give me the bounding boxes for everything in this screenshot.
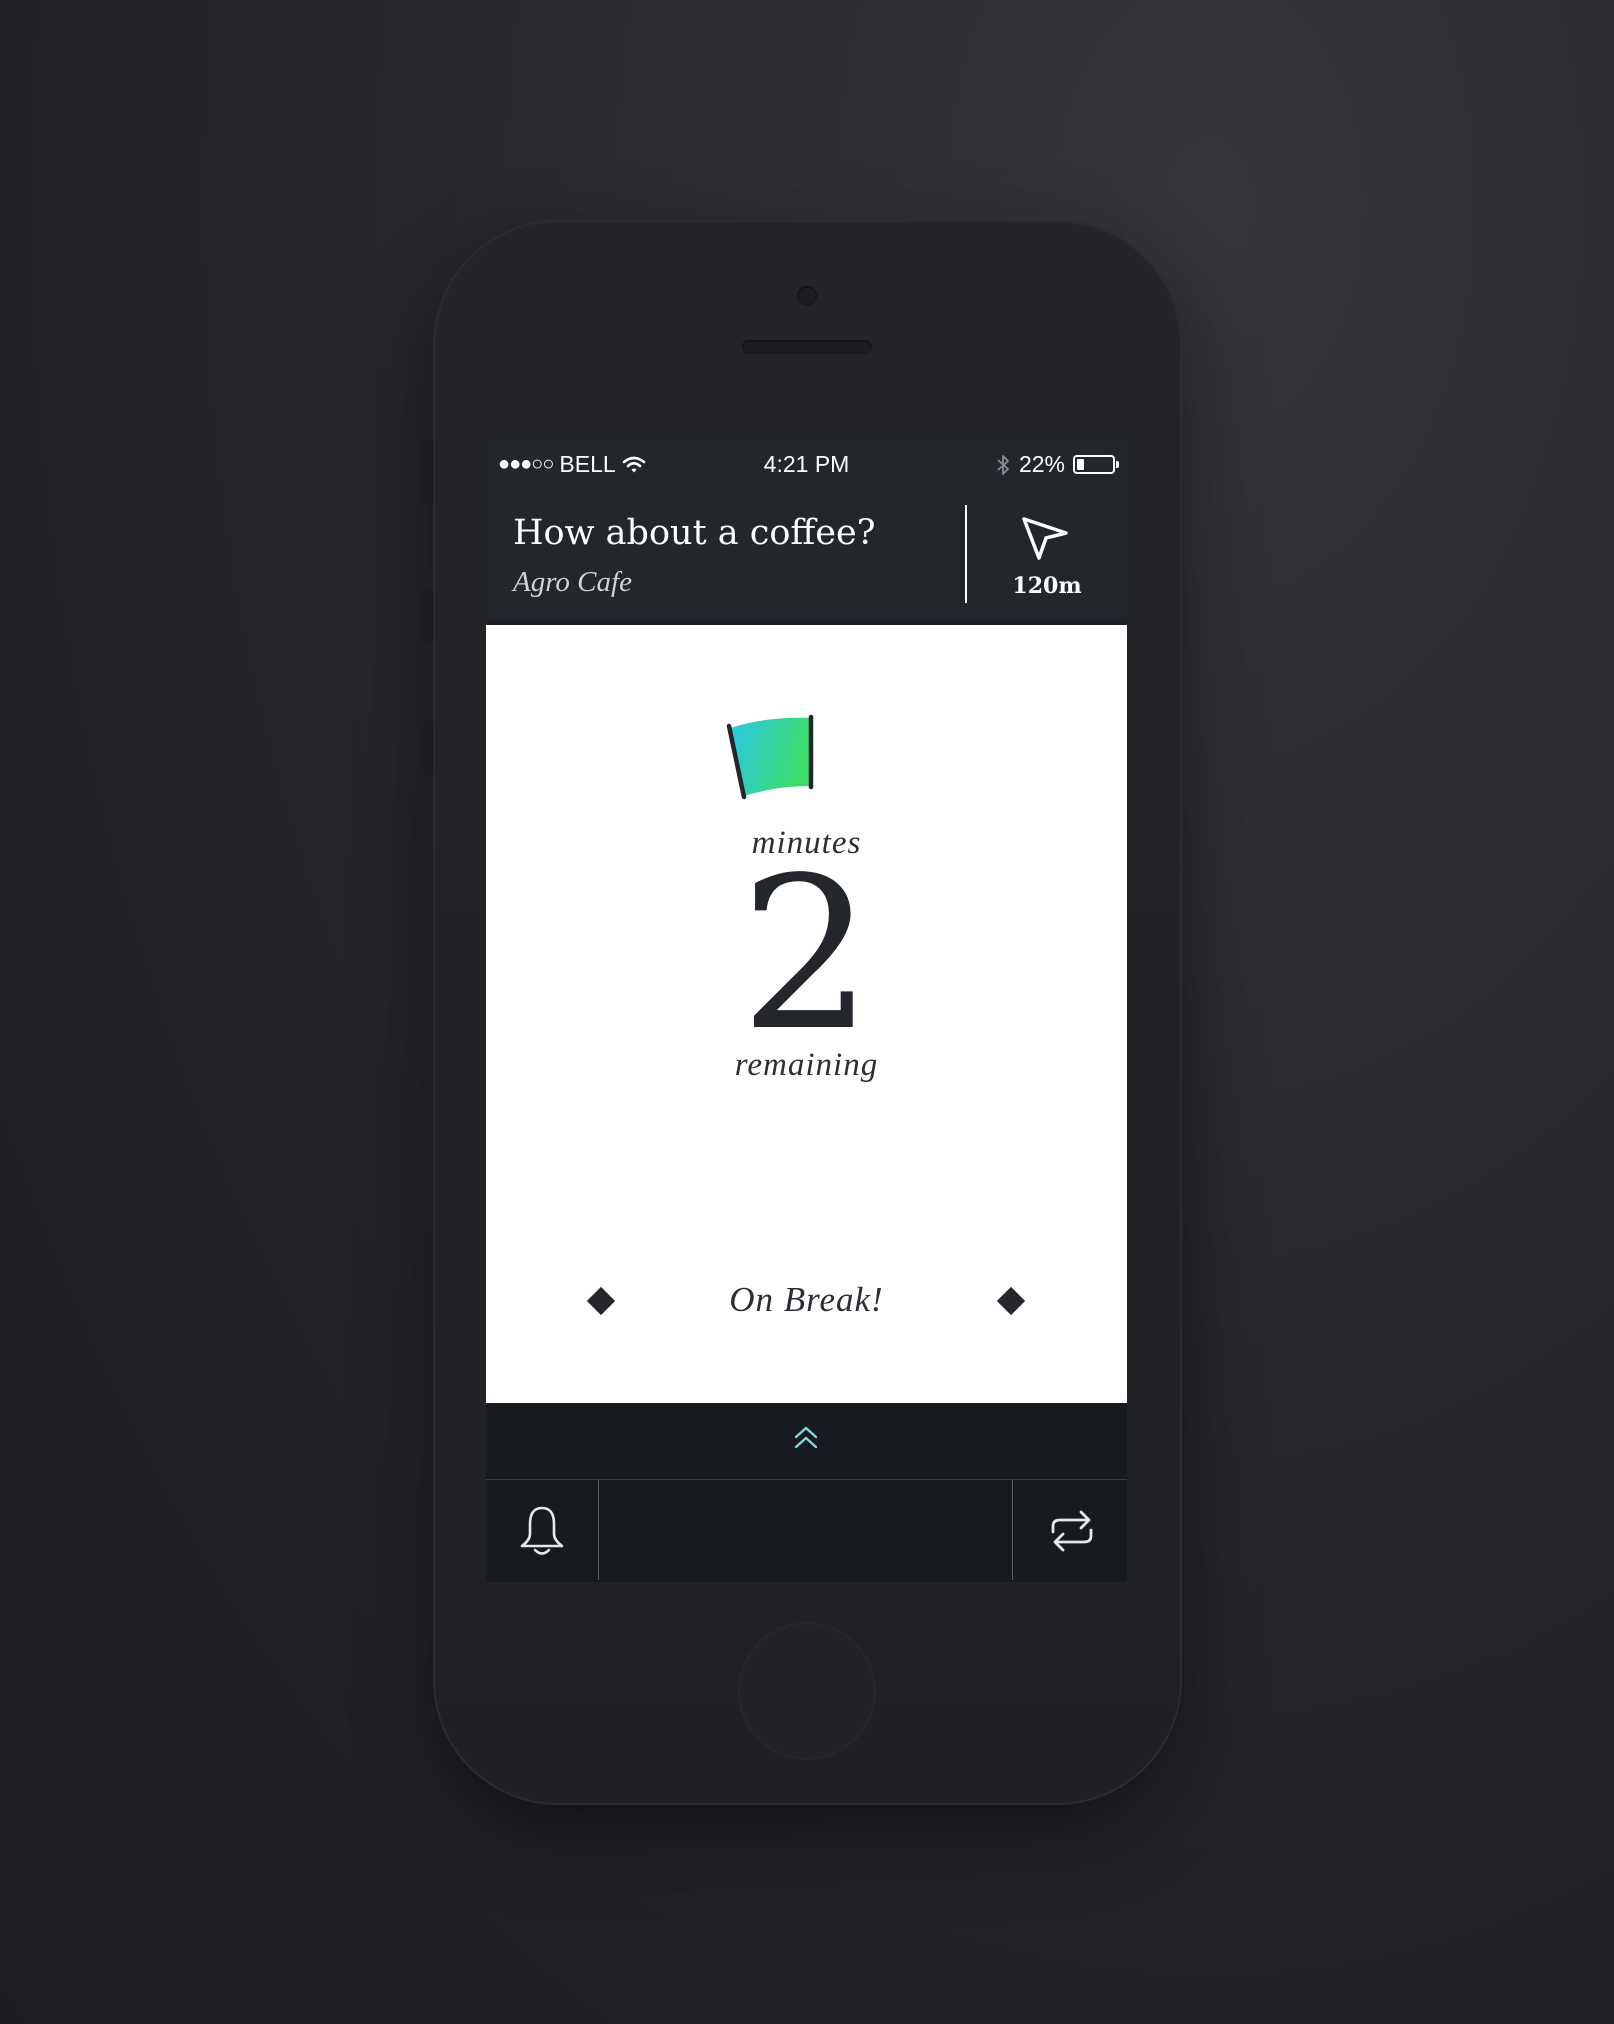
bottom-toolbar	[486, 1480, 1127, 1582]
page-title: How about a coffee?	[513, 513, 876, 553]
minutes-remaining-value: 2	[739, 832, 874, 1077]
repeat-button[interactable]	[1012, 1480, 1127, 1580]
expand-drawer-button[interactable]	[486, 1403, 1127, 1480]
distance-label: 120m	[1012, 573, 1082, 599]
repeat-icon	[1051, 1510, 1093, 1552]
navigate-button[interactable]: 120m	[967, 487, 1127, 625]
volume-up-button	[423, 590, 433, 642]
home-button[interactable]	[738, 1622, 876, 1760]
phone-screen: ●●●○○ BELL 4:21 PM 22% How about a coffe…	[486, 441, 1127, 1582]
front-camera	[797, 286, 817, 306]
battery-icon	[1073, 455, 1119, 474]
battery-nub	[1116, 461, 1119, 468]
status-bar: ●●●○○ BELL 4:21 PM 22%	[486, 441, 1127, 487]
coffee-cup-icon	[726, 714, 814, 800]
volume-down-button	[423, 722, 433, 774]
battery-fill	[1077, 459, 1084, 470]
alarm-button[interactable]	[486, 1480, 599, 1580]
break-status-label: On Break!	[729, 1280, 884, 1319]
chevron-double-up-icon	[794, 1426, 818, 1449]
venue-name: Agro Cafe	[513, 566, 632, 598]
bluetooth-icon	[995, 453, 1011, 477]
mute-switch	[423, 440, 433, 504]
status-bar-right: 22%	[995, 451, 1119, 478]
remaining-label: remaining	[734, 1047, 879, 1083]
bell-icon	[520, 1506, 564, 1555]
earpiece-speaker	[742, 340, 872, 354]
battery-percentage: 22%	[1018, 451, 1065, 477]
timer-card: minutes 2 remaining On Break!	[486, 625, 1127, 1403]
toolbar-center-area[interactable]	[599, 1480, 1012, 1580]
header: How about a coffee? Agro Cafe 120m	[486, 487, 1127, 625]
location-arrow-icon	[1022, 517, 1068, 560]
